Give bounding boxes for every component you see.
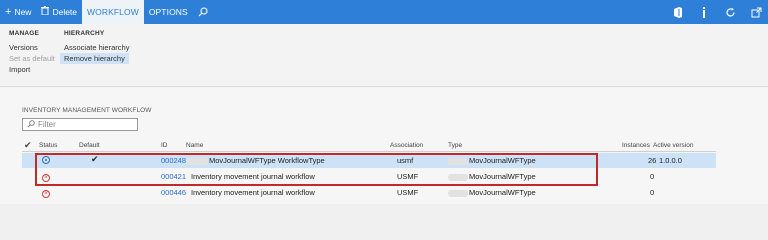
delete-button[interactable]: Delete bbox=[36, 0, 82, 24]
versions-button[interactable]: Versions bbox=[9, 42, 55, 53]
command-bar: + New Delete WORKFLOW OPTIONS bbox=[0, 0, 768, 24]
refresh-icon[interactable] bbox=[724, 6, 736, 18]
filter-input[interactable]: Filter bbox=[22, 118, 138, 131]
column-active-version[interactable]: Active version bbox=[653, 142, 693, 149]
plus-icon: + bbox=[5, 5, 12, 18]
window-controls bbox=[672, 0, 762, 24]
column-instances[interactable]: Instances bbox=[622, 142, 650, 149]
hierarchy-group-title: HIERARCHY bbox=[64, 30, 105, 37]
column-association[interactable]: Association bbox=[390, 142, 423, 149]
office-icon[interactable] bbox=[672, 6, 684, 18]
row-active-version: 1.0.0.0 bbox=[659, 156, 682, 165]
hierarchy-group: HIERARCHY Associate hierarchy Remove hie… bbox=[60, 30, 130, 64]
trash-icon bbox=[41, 6, 50, 18]
tab-workflow[interactable]: WORKFLOW bbox=[82, 0, 144, 24]
row-instances: 0 bbox=[650, 172, 655, 181]
select-all-checkmark-icon[interactable]: ✔ bbox=[24, 140, 32, 151]
new-button[interactable]: + New bbox=[0, 0, 36, 24]
row-instances: 0 bbox=[650, 188, 655, 197]
row-type: MovJournalWFType bbox=[448, 188, 536, 197]
action-pane-ribbon: MANAGE Versions Set as default Import HI… bbox=[0, 24, 768, 87]
remove-hierarchy-button[interactable]: Remove hierarchy bbox=[60, 53, 130, 64]
status-error-icon: × bbox=[42, 188, 50, 198]
info-icon[interactable] bbox=[698, 6, 710, 18]
table-row[interactable]: × 000446 Inventory movement journal work… bbox=[22, 185, 716, 200]
column-id[interactable]: ID bbox=[161, 142, 168, 149]
associate-hierarchy-button[interactable]: Associate hierarchy bbox=[64, 42, 129, 53]
import-button[interactable]: Import bbox=[9, 64, 55, 75]
search-icon bbox=[27, 119, 38, 130]
section-title: INVENTORY MANAGEMENT WORKFLOW bbox=[22, 107, 152, 114]
column-default[interactable]: Default bbox=[79, 142, 100, 149]
set-as-default-button[interactable]: Set as default bbox=[9, 53, 55, 64]
column-type[interactable]: Type bbox=[448, 142, 462, 149]
tab-options[interactable]: OPTIONS bbox=[144, 0, 193, 24]
manage-group: MANAGE Versions Set as default Import bbox=[9, 30, 55, 75]
filter-placeholder: Filter bbox=[38, 120, 56, 129]
highlight-annotation-box bbox=[35, 153, 598, 186]
row-id-link[interactable]: 000446 bbox=[161, 188, 186, 197]
column-status[interactable]: Status bbox=[39, 142, 57, 149]
row-association: USMF bbox=[397, 188, 419, 197]
search-button[interactable] bbox=[193, 0, 213, 24]
grid-header: ✔ Status Default ID Name Association Typ… bbox=[22, 140, 716, 152]
row-name: Inventory movement journal workflow bbox=[191, 188, 315, 197]
open-new-window-icon[interactable] bbox=[750, 6, 762, 18]
manage-group-title: MANAGE bbox=[9, 30, 40, 37]
row-instances: 26 bbox=[648, 156, 657, 165]
column-name[interactable]: Name bbox=[186, 142, 203, 149]
workflow-list-content: INVENTORY MANAGEMENT WORKFLOW Filter ✔ S… bbox=[0, 87, 768, 204]
search-icon bbox=[198, 7, 208, 17]
